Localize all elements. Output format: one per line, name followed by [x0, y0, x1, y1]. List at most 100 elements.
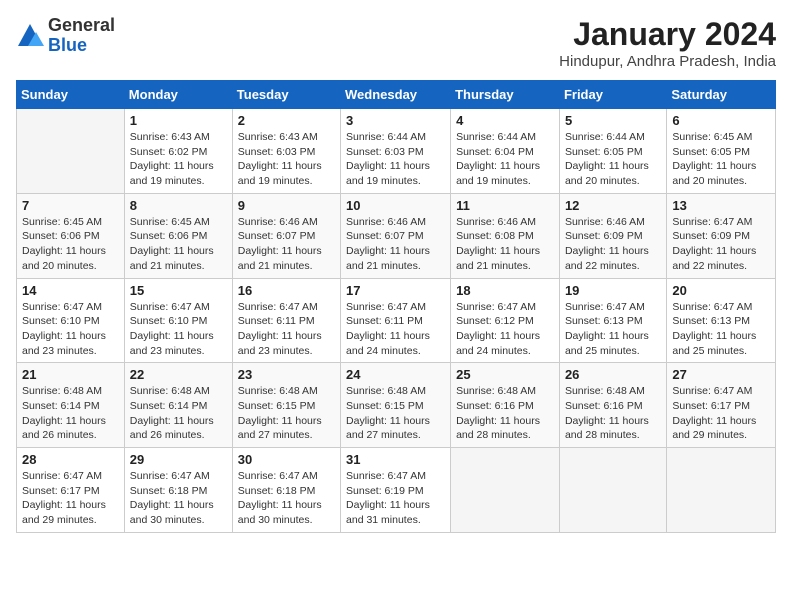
day-number: 21	[22, 367, 119, 382]
calendar-cell: 13 Sunrise: 6:47 AM Sunset: 6:09 PM Dayli…	[667, 193, 776, 278]
page-header: General Blue January 2024 Hindupur, Andh…	[16, 16, 776, 70]
calendar-cell: 4 Sunrise: 6:44 AM Sunset: 6:04 PM Daylig…	[451, 109, 560, 194]
day-info: Sunrise: 6:46 AM Sunset: 6:07 PM Dayligh…	[238, 215, 335, 274]
day-info: Sunrise: 6:47 AM Sunset: 6:13 PM Dayligh…	[672, 300, 770, 359]
day-number: 30	[238, 452, 335, 467]
calendar-cell	[17, 109, 125, 194]
day-info: Sunrise: 6:48 AM Sunset: 6:15 PM Dayligh…	[346, 384, 445, 443]
calendar-cell	[451, 448, 560, 533]
day-number: 24	[346, 367, 445, 382]
day-number: 25	[456, 367, 554, 382]
day-info: Sunrise: 6:45 AM Sunset: 6:06 PM Dayligh…	[22, 215, 119, 274]
calendar-cell: 1Sunrise: 6:43 AM Sunset: 6:02 PM Daylig…	[124, 109, 232, 194]
logo-blue: Blue	[48, 36, 115, 56]
calendar-cell: 28Sunrise: 6:47 AM Sunset: 6:17 PM Dayli…	[17, 448, 125, 533]
calendar-cell: 9 Sunrise: 6:46 AM Sunset: 6:07 PM Daylig…	[232, 193, 340, 278]
calendar-cell: 29 Sunrise: 6:47 AM Sunset: 6:18 PM Dayli…	[124, 448, 232, 533]
day-info: Sunrise: 6:44 AM Sunset: 6:04 PM Dayligh…	[456, 130, 554, 189]
day-number: 28	[22, 452, 119, 467]
day-number: 29	[130, 452, 227, 467]
calendar-cell: 2Sunrise: 6:43 AM Sunset: 6:03 PM Daylig…	[232, 109, 340, 194]
location-title: Hindupur, Andhra Pradesh, India	[559, 53, 776, 70]
calendar-cell: 5Sunrise: 6:44 AM Sunset: 6:05 PM Daylig…	[559, 109, 666, 194]
day-info: Sunrise: 6:46 AM Sunset: 6:08 PM Dayligh…	[456, 215, 554, 274]
title-section: January 2024 Hindupur, Andhra Pradesh, I…	[559, 16, 776, 70]
calendar-table: SundayMondayTuesdayWednesdayThursdayFrid…	[16, 80, 776, 533]
day-info: Sunrise: 6:47 AM Sunset: 6:10 PM Dayligh…	[22, 300, 119, 359]
day-info: Sunrise: 6:48 AM Sunset: 6:16 PM Dayligh…	[565, 384, 661, 443]
day-number: 4	[456, 113, 554, 128]
day-info: Sunrise: 6:44 AM Sunset: 6:03 PM Dayligh…	[346, 130, 445, 189]
day-info: Sunrise: 6:47 AM Sunset: 6:19 PM Dayligh…	[346, 469, 445, 528]
logo-text: General Blue	[48, 16, 115, 56]
weekday-header-sunday: Sunday	[17, 81, 125, 109]
day-info: Sunrise: 6:47 AM Sunset: 6:10 PM Dayligh…	[130, 300, 227, 359]
day-info: Sunrise: 6:45 AM Sunset: 6:05 PM Dayligh…	[672, 130, 770, 189]
calendar-cell: 23 Sunrise: 6:48 AM Sunset: 6:15 PM Dayli…	[232, 363, 340, 448]
weekday-header-saturday: Saturday	[667, 81, 776, 109]
calendar-cell: 17 Sunrise: 6:47 AM Sunset: 6:11 PM Dayli…	[341, 278, 451, 363]
calendar-cell: 14 Sunrise: 6:47 AM Sunset: 6:10 PM Dayli…	[17, 278, 125, 363]
day-info: Sunrise: 6:48 AM Sunset: 6:15 PM Dayligh…	[238, 384, 335, 443]
calendar-cell: 24 Sunrise: 6:48 AM Sunset: 6:15 PM Dayli…	[341, 363, 451, 448]
weekday-header-friday: Friday	[559, 81, 666, 109]
calendar-cell: 31 Sunrise: 6:47 AM Sunset: 6:19 PM Dayli…	[341, 448, 451, 533]
day-number: 20	[672, 283, 770, 298]
calendar-cell: 20 Sunrise: 6:47 AM Sunset: 6:13 PM Dayli…	[667, 278, 776, 363]
calendar-cell: 26 Sunrise: 6:48 AM Sunset: 6:16 PM Dayli…	[559, 363, 666, 448]
day-info: Sunrise: 6:47 AM Sunset: 6:18 PM Dayligh…	[130, 469, 227, 528]
calendar-cell: 3Sunrise: 6:44 AM Sunset: 6:03 PM Daylig…	[341, 109, 451, 194]
logo-icon	[16, 22, 44, 50]
day-number: 2	[238, 113, 335, 128]
day-number: 19	[565, 283, 661, 298]
day-info: Sunrise: 6:48 AM Sunset: 6:14 PM Dayligh…	[22, 384, 119, 443]
day-number: 9	[238, 198, 335, 213]
day-number: 17	[346, 283, 445, 298]
day-number: 14	[22, 283, 119, 298]
day-number: 8	[130, 198, 227, 213]
calendar-week-4: 21 Sunrise: 6:48 AM Sunset: 6:14 PM Dayli…	[17, 363, 776, 448]
calendar-cell: 11Sunrise: 6:46 AM Sunset: 6:08 PM Dayli…	[451, 193, 560, 278]
day-number: 31	[346, 452, 445, 467]
calendar-header: SundayMondayTuesdayWednesdayThursdayFrid…	[17, 81, 776, 109]
day-info: Sunrise: 6:43 AM Sunset: 6:02 PM Dayligh…	[130, 130, 227, 189]
weekday-header-row: SundayMondayTuesdayWednesdayThursdayFrid…	[17, 81, 776, 109]
calendar-cell	[559, 448, 666, 533]
day-info: Sunrise: 6:47 AM Sunset: 6:17 PM Dayligh…	[672, 384, 770, 443]
day-number: 22	[130, 367, 227, 382]
calendar-cell: 18Sunrise: 6:47 AM Sunset: 6:12 PM Dayli…	[451, 278, 560, 363]
day-info: Sunrise: 6:45 AM Sunset: 6:06 PM Dayligh…	[130, 215, 227, 274]
calendar-cell: 16 Sunrise: 6:47 AM Sunset: 6:11 PM Dayli…	[232, 278, 340, 363]
calendar-cell: 7Sunrise: 6:45 AM Sunset: 6:06 PM Daylig…	[17, 193, 125, 278]
calendar-body: 1Sunrise: 6:43 AM Sunset: 6:02 PM Daylig…	[17, 109, 776, 533]
calendar-cell: 21 Sunrise: 6:48 AM Sunset: 6:14 PM Dayli…	[17, 363, 125, 448]
calendar-week-1: 1Sunrise: 6:43 AM Sunset: 6:02 PM Daylig…	[17, 109, 776, 194]
day-info: Sunrise: 6:46 AM Sunset: 6:07 PM Dayligh…	[346, 215, 445, 274]
calendar-cell	[667, 448, 776, 533]
day-info: Sunrise: 6:48 AM Sunset: 6:16 PM Dayligh…	[456, 384, 554, 443]
day-info: Sunrise: 6:47 AM Sunset: 6:11 PM Dayligh…	[238, 300, 335, 359]
day-number: 16	[238, 283, 335, 298]
month-title: January 2024	[559, 16, 776, 53]
weekday-header-wednesday: Wednesday	[341, 81, 451, 109]
day-number: 23	[238, 367, 335, 382]
calendar-week-3: 14 Sunrise: 6:47 AM Sunset: 6:10 PM Dayli…	[17, 278, 776, 363]
calendar-cell: 25 Sunrise: 6:48 AM Sunset: 6:16 PM Dayli…	[451, 363, 560, 448]
calendar-cell: 12Sunrise: 6:46 AM Sunset: 6:09 PM Dayli…	[559, 193, 666, 278]
calendar-cell: 15 Sunrise: 6:47 AM Sunset: 6:10 PM Dayli…	[124, 278, 232, 363]
logo: General Blue	[16, 16, 115, 56]
calendar-cell: 8 Sunrise: 6:45 AM Sunset: 6:06 PM Daylig…	[124, 193, 232, 278]
day-number: 13	[672, 198, 770, 213]
day-number: 15	[130, 283, 227, 298]
day-number: 26	[565, 367, 661, 382]
day-number: 12	[565, 198, 661, 213]
logo-general: General	[48, 16, 115, 36]
weekday-header-thursday: Thursday	[451, 81, 560, 109]
day-info: Sunrise: 6:48 AM Sunset: 6:14 PM Dayligh…	[130, 384, 227, 443]
day-info: Sunrise: 6:47 AM Sunset: 6:09 PM Dayligh…	[672, 215, 770, 274]
day-info: Sunrise: 6:47 AM Sunset: 6:12 PM Dayligh…	[456, 300, 554, 359]
calendar-cell: 10Sunrise: 6:46 AM Sunset: 6:07 PM Dayli…	[341, 193, 451, 278]
calendar-cell: 19Sunrise: 6:47 AM Sunset: 6:13 PM Dayli…	[559, 278, 666, 363]
weekday-header-monday: Monday	[124, 81, 232, 109]
day-info: Sunrise: 6:47 AM Sunset: 6:11 PM Dayligh…	[346, 300, 445, 359]
